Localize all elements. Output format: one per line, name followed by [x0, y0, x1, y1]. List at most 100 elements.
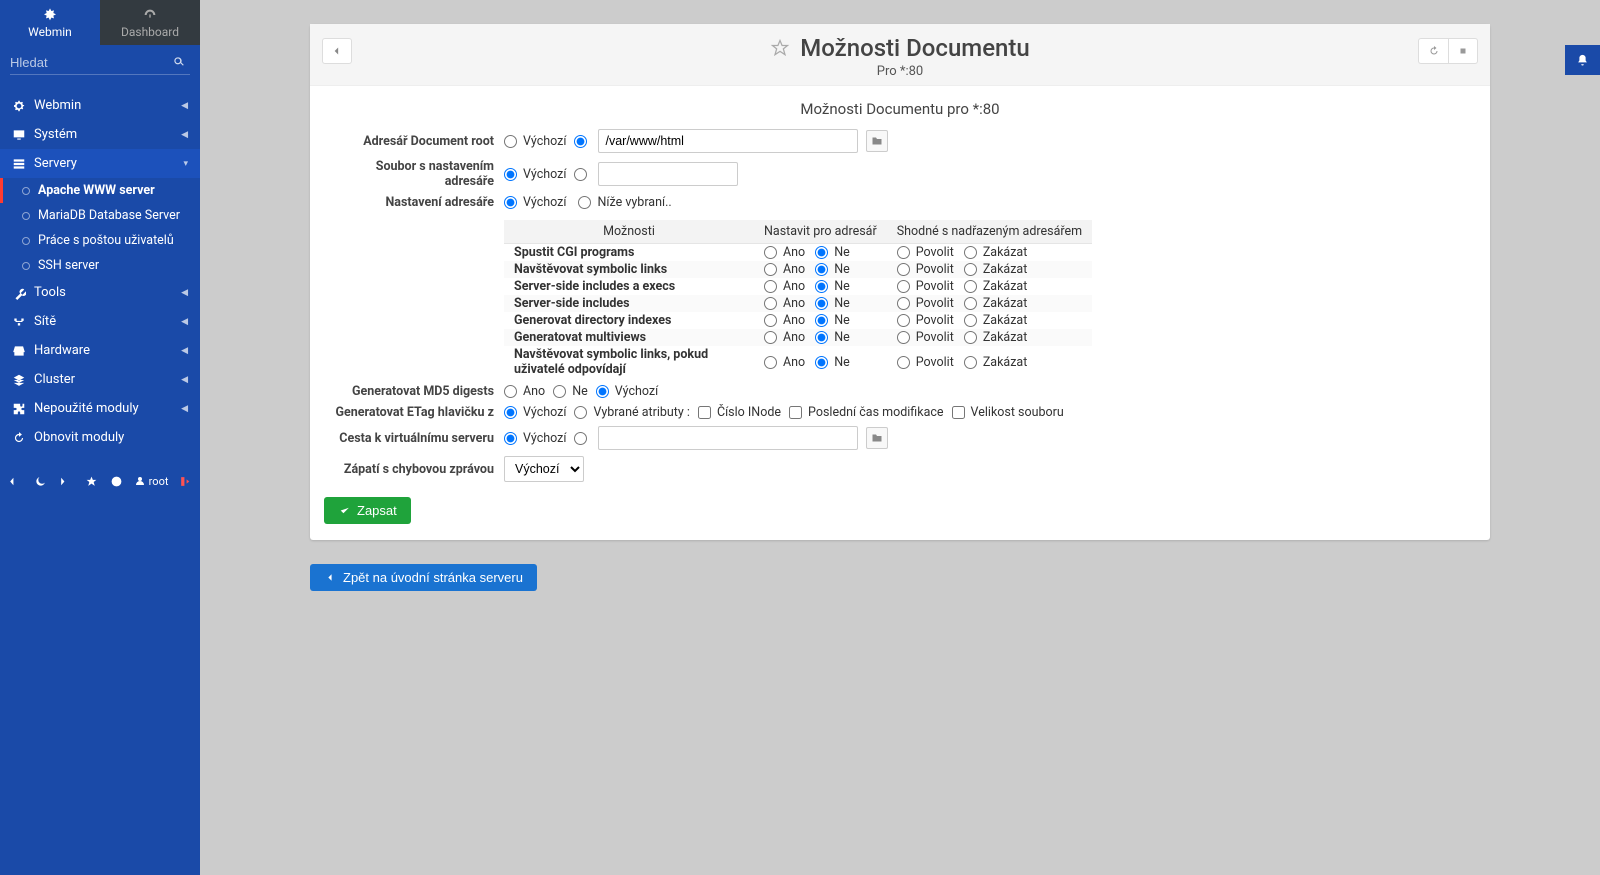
- moon-icon: [34, 475, 47, 488]
- stop-button[interactable]: [1448, 38, 1478, 64]
- sidebar-item-webmin[interactable]: Webmin ◀: [0, 91, 200, 120]
- diropts-default-radio[interactable]: Výchozí: [504, 195, 566, 210]
- virtpath-custom-radio[interactable]: [574, 432, 590, 445]
- sidebar-item-apache[interactable]: Apache WWW server: [0, 178, 200, 203]
- tab-dashboard-label: Dashboard: [121, 25, 179, 39]
- opt-ne-radio[interactable]: Ne: [815, 262, 850, 277]
- virtpath-input[interactable]: [598, 426, 858, 450]
- footer-select[interactable]: Výchozí: [504, 456, 584, 482]
- opt-ne-radio[interactable]: Ne: [815, 313, 850, 328]
- opt-ano-radio[interactable]: Ano: [764, 355, 805, 370]
- etag-default-radio[interactable]: Výchozí: [504, 405, 566, 420]
- notifications-button[interactable]: [1565, 45, 1600, 75]
- sidebar-item-ssh[interactable]: SSH server: [0, 253, 200, 278]
- sidebar-item-hardware[interactable]: Hardware ◀: [0, 336, 200, 365]
- back-button[interactable]: [322, 38, 352, 64]
- favorite-star-icon[interactable]: [770, 38, 790, 58]
- cfgfile-custom-radio[interactable]: [574, 168, 590, 181]
- hdd-icon: [12, 344, 26, 358]
- table-row: Generovat directory indexesAnoNePovolitZ…: [504, 312, 1092, 329]
- opt-ano-radio[interactable]: Ano: [764, 262, 805, 277]
- sidebar-item-tools[interactable]: Tools ◀: [0, 278, 200, 307]
- md5-default-radio[interactable]: Výchozí: [596, 384, 658, 399]
- opt-ano-radio[interactable]: Ano: [764, 296, 805, 311]
- opt-ano-radio[interactable]: Ano: [764, 313, 805, 328]
- reload-button[interactable]: [1418, 38, 1448, 64]
- logout-button[interactable]: [176, 472, 194, 490]
- cfgfile-input[interactable]: [598, 162, 738, 186]
- opt-ano-radio[interactable]: Ano: [764, 245, 805, 260]
- docroot-browse-button[interactable]: [866, 130, 888, 152]
- save-button[interactable]: Zapsat: [324, 497, 411, 524]
- md5-ano-radio[interactable]: Ano: [504, 384, 545, 399]
- docroot-input[interactable]: [598, 129, 858, 153]
- opt-zakazat-radio[interactable]: Zakázat: [964, 245, 1028, 260]
- opt-ne-radio[interactable]: Ne: [815, 330, 850, 345]
- sidebar-item-unused[interactable]: Nepoužité moduly ◀: [0, 394, 200, 423]
- opt-ne-radio[interactable]: Ne: [815, 245, 850, 260]
- etag-size-check[interactable]: Velikost souboru: [952, 405, 1064, 420]
- opt-zakazat-radio[interactable]: Zakázat: [964, 355, 1028, 370]
- sidebar-item-mail[interactable]: Práce s poštou uživatelů: [0, 228, 200, 253]
- opt-povolit-radio[interactable]: Povolit: [897, 330, 954, 345]
- help-button[interactable]: [108, 472, 126, 490]
- terminal-button[interactable]: [57, 472, 75, 490]
- search-input[interactable]: [10, 51, 190, 75]
- virtpath-default-radio[interactable]: Výchozí: [504, 431, 566, 446]
- sidebar-item-servery[interactable]: Servery ▾: [0, 149, 200, 178]
- opt-ne-radio[interactable]: Ne: [815, 355, 850, 370]
- opt-povolit-radio[interactable]: Povolit: [897, 262, 954, 277]
- chevron-left-icon: ◀: [181, 346, 188, 356]
- sidebar-nav: Webmin ◀ Systém ◀ Servery ▾ Apache WWW s…: [0, 81, 200, 452]
- opt-zakazat-radio[interactable]: Zakázat: [964, 262, 1028, 277]
- collapse-button[interactable]: [6, 472, 24, 490]
- row-md5: Generatovat MD5 digests Ano Ne Výchozí: [324, 381, 1476, 402]
- nav-label: Tools: [34, 285, 66, 300]
- puzzle-icon: [12, 402, 26, 416]
- opt-ne-radio[interactable]: Ne: [815, 296, 850, 311]
- md5-ne-radio[interactable]: Ne: [553, 384, 588, 399]
- chevron-down-icon: ▾: [183, 159, 188, 169]
- tab-dashboard[interactable]: Dashboard: [100, 0, 200, 45]
- opt-ano-radio[interactable]: Ano: [764, 279, 805, 294]
- cfgfile-default-radio[interactable]: Výchozí: [504, 167, 566, 182]
- monitor-icon: [12, 128, 26, 142]
- back-to-list-button[interactable]: Zpět na úvodní stránka serveru: [310, 564, 537, 591]
- opt-povolit-radio[interactable]: Povolit: [897, 296, 954, 311]
- opt-zakazat-radio[interactable]: Zakázat: [964, 279, 1028, 294]
- opt-povolit-radio[interactable]: Povolit: [897, 313, 954, 328]
- opt-povolit-radio[interactable]: Povolit: [897, 279, 954, 294]
- sidebar-item-system[interactable]: Systém ◀: [0, 120, 200, 149]
- layers-icon: [12, 373, 26, 387]
- etag-inode-check[interactable]: Číslo INode: [698, 405, 781, 420]
- star-button[interactable]: [83, 472, 101, 490]
- table-row: Navštěvovat symbolic links, pokud uživat…: [504, 346, 1092, 378]
- opt-zakazat-radio[interactable]: Zakázat: [964, 330, 1028, 345]
- options-table: Možnosti Nastavit pro adresář Shodné s n…: [504, 220, 1092, 378]
- table-row: Generatovat multiviewsAnoNePovolitZakáza…: [504, 329, 1092, 346]
- etag-selected-radio[interactable]: Vybrané atributy :: [574, 405, 689, 420]
- dark-mode-button[interactable]: [32, 472, 50, 490]
- diropts-below-radio[interactable]: Níže vybraní..: [578, 195, 671, 210]
- docroot-custom-radio[interactable]: [574, 135, 590, 148]
- sidebar-item-refresh[interactable]: Obnovit moduly: [0, 423, 200, 452]
- arrow-left-icon: [330, 44, 344, 58]
- opt-ano-radio[interactable]: Ano: [764, 330, 805, 345]
- page-title: Možnosti Documentu: [800, 34, 1030, 62]
- opt-povolit-radio[interactable]: Povolit: [897, 355, 954, 370]
- user-button[interactable]: root: [134, 472, 169, 490]
- opt-zakazat-radio[interactable]: Zakázat: [964, 296, 1028, 311]
- sidebar-item-cluster[interactable]: Cluster ◀: [0, 365, 200, 394]
- chevron-left-icon: ◀: [181, 288, 188, 298]
- etag-mtime-check[interactable]: Poslední čas modifikace: [789, 405, 944, 420]
- label-virtpath: Cesta k virtuálnímu serveru: [324, 431, 504, 446]
- opt-zakazat-radio[interactable]: Zakázat: [964, 313, 1028, 328]
- opt-povolit-radio[interactable]: Povolit: [897, 245, 954, 260]
- docroot-default-radio[interactable]: Výchozí: [504, 134, 566, 149]
- chevron-left-icon: ◀: [181, 130, 188, 140]
- virtpath-browse-button[interactable]: [866, 427, 888, 449]
- sidebar-item-mariadb[interactable]: MariaDB Database Server: [0, 203, 200, 228]
- sidebar-item-site[interactable]: Sítě ◀: [0, 307, 200, 336]
- opt-ne-radio[interactable]: Ne: [815, 279, 850, 294]
- tab-webmin[interactable]: Webmin: [0, 0, 100, 45]
